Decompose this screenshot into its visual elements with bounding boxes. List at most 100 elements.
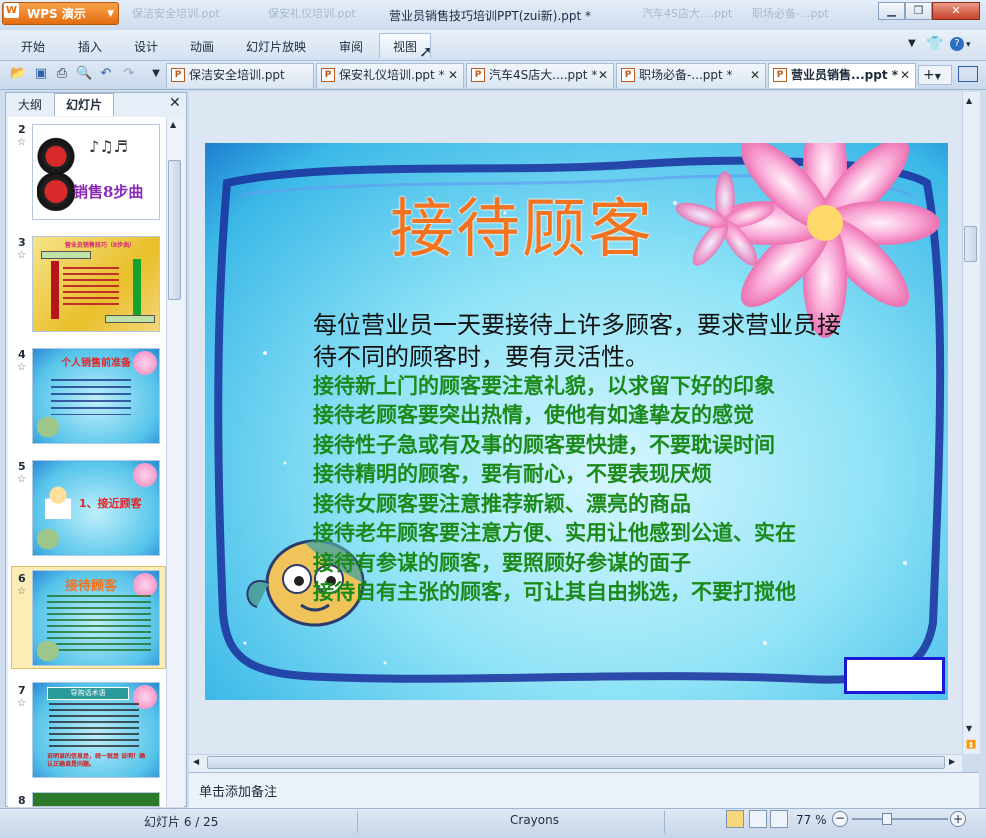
help-icon[interactable]: ?: [950, 37, 964, 51]
slide-title[interactable]: 接待顾客: [390, 178, 654, 270]
slide-bullet-line[interactable]: 接待性子急或有及事的顾客要快捷，不要耽误时间: [313, 430, 775, 459]
thumb-text-lines: [51, 379, 131, 415]
menu-review[interactable]: 审阅: [339, 38, 363, 55]
ghost-title-tab: 职场必备-...ppt: [752, 7, 829, 20]
ppt-file-icon: P: [773, 68, 787, 82]
skin-shirt-icon[interactable]: 👕: [926, 36, 943, 52]
scrollbar-thumb[interactable]: [168, 160, 181, 300]
doc-tab-label: 汽车4S店大....ppt *: [489, 68, 598, 82]
scroll-down-icon[interactable]: ▼: [966, 724, 972, 733]
tab-outline[interactable]: 大纲: [8, 94, 52, 116]
doc-tab-active[interactable]: P 营业员销售...ppt * ✕: [768, 63, 916, 88]
slide-bullet-line[interactable]: 接待自有主张的顾客，可让其自由挑选，不要打搅他: [313, 577, 796, 606]
doc-tab[interactable]: P 职场必备-...ppt * ✕: [616, 63, 766, 88]
ppt-file-icon: P: [471, 68, 485, 82]
slide-sorter-view-button[interactable]: [749, 810, 767, 828]
zoom-out-button[interactable]: −: [832, 811, 848, 827]
slide-thumbnail[interactable]: 1、接近顾客: [32, 460, 160, 556]
menu-slideshow[interactable]: 幻灯片放映: [246, 38, 306, 55]
print-preview-icon[interactable]: 🔍: [76, 66, 92, 82]
slide-bullet-line[interactable]: 接待有参谋的顾客，要照顾好参谋的面子: [313, 548, 691, 577]
menu-insert[interactable]: 插入: [78, 38, 102, 55]
slide-bullet-line[interactable]: 接待精明的顾客，要有耐心，不要表现厌烦: [313, 459, 712, 488]
zoom-level: 77 %: [796, 813, 827, 827]
zoom-slider-handle[interactable]: [882, 813, 892, 825]
scrollbar-thumb[interactable]: [207, 756, 945, 769]
slide-intro-line[interactable]: 待不同的顾客时，要有灵活性。: [313, 337, 649, 372]
ppt-file-icon: P: [171, 68, 185, 82]
tab-slides[interactable]: 幻灯片: [54, 93, 114, 116]
close-panel-icon[interactable]: ✕: [169, 95, 181, 111]
new-tab-button[interactable]: +▼: [918, 65, 952, 85]
slide-number: 2: [18, 123, 26, 136]
slide-bullet-line[interactable]: 接待新上门的顾客要注意礼貌，以求留下好的印象: [313, 371, 775, 400]
normal-view-button[interactable]: [726, 810, 744, 828]
print-icon[interactable]: ⎙: [54, 66, 70, 82]
slide-thumbnail[interactable]: 导购话术语 说明谁的信息是，统一就是 说明！确认正确谁是问题。: [32, 682, 160, 778]
close-tab-icon[interactable]: ✕: [750, 64, 760, 87]
theme-name: Crayons: [510, 813, 559, 827]
doc-tab[interactable]: P 汽车4S店大....ppt * ✕: [466, 63, 614, 88]
redo-icon[interactable]: ↷: [121, 66, 137, 82]
undo-icon[interactable]: ↶: [98, 66, 114, 82]
close-tab-icon[interactable]: ✕: [900, 64, 910, 87]
slide-number: 8: [18, 794, 26, 807]
open-folder-icon[interactable]: 📂: [10, 66, 26, 82]
wps-app-menu-button[interactable]: WPS 演示 ▼: [2, 2, 119, 25]
vertical-scrollbar[interactable]: [962, 92, 980, 754]
toolbar-dropdown-icon[interactable]: ▼: [148, 66, 164, 82]
thumb-text-lines: [47, 595, 151, 651]
slide-number: 3: [18, 236, 26, 249]
close-tab-icon[interactable]: ✕: [448, 64, 458, 87]
doc-tab-label: 保安礼仪培训.ppt *: [339, 68, 445, 82]
music-notes-icon: ♪♫♬: [89, 137, 128, 156]
scroll-up-icon[interactable]: ▲: [966, 96, 972, 105]
up-arrow-graphic: [133, 259, 141, 317]
slide-thumbnail[interactable]: 个人销售前准备: [32, 348, 160, 444]
slide-number: 5: [18, 460, 26, 473]
thumbnail-title: 个人销售前准备: [61, 358, 131, 369]
notes-pane[interactable]: [189, 772, 979, 808]
window-switch-icon[interactable]: [958, 66, 978, 82]
slide-bullet-line[interactable]: 接待老顾客要突出热情，使他有如逢挚友的感觉: [313, 400, 754, 429]
menu-animation[interactable]: 动画: [190, 38, 214, 55]
fish-graphic: [37, 417, 59, 437]
menu-design[interactable]: 设计: [134, 38, 158, 55]
scroll-left-icon[interactable]: ◀: [193, 757, 199, 766]
save-icon[interactable]: ▣: [33, 66, 49, 82]
thumb-text-lines: [49, 703, 139, 749]
slide-intro-line[interactable]: 每位营业员一天要接待上许多顾客，要求营业员接: [313, 305, 841, 340]
minimize-button[interactable]: ▁: [878, 2, 905, 20]
previous-slide-icon[interactable]: ⏫: [966, 740, 976, 749]
restore-button[interactable]: ❐: [905, 2, 932, 20]
slide-number: 4: [18, 348, 26, 361]
close-tab-icon[interactable]: ✕: [598, 64, 608, 87]
slideshow-view-button[interactable]: [770, 810, 788, 828]
doc-tab[interactable]: P 保安礼仪培训.ppt * ✕: [316, 63, 464, 88]
menu-view[interactable]: 视图: [393, 38, 417, 55]
slide-empty-textbox[interactable]: [844, 657, 945, 694]
close-window-button[interactable]: ✕: [932, 2, 980, 20]
help-dropdown-icon[interactable]: ▾: [966, 40, 971, 50]
slide-thumbnail[interactable]: [32, 792, 160, 807]
slide-thumbnail[interactable]: 营业员销售技巧（8步曲）: [32, 236, 160, 332]
scroll-right-icon[interactable]: ▶: [949, 757, 955, 766]
slide-bullet-line[interactable]: 接待女顾客要注意推荐新颖、漂亮的商品: [313, 489, 691, 518]
app-logo-text: WPS 演示: [27, 7, 86, 21]
fish-graphic: [37, 641, 59, 661]
zoom-in-button[interactable]: +: [950, 811, 966, 827]
slide-thumbnail-selected[interactable]: 接待顾客: [32, 570, 160, 666]
zoom-slider-track[interactable]: [852, 818, 948, 820]
slide-transition-icon: ☆: [17, 698, 26, 709]
slide-bullet-line[interactable]: 接待老年顾客要注意方便、实用让他感到公道、实在: [313, 518, 796, 547]
slide-thumbnail[interactable]: 销售8步曲 ♪♫♬: [32, 124, 160, 220]
thumbnail-caption: 说明谁的信息是，统一就是 说明！确认正确谁是问题。: [47, 753, 146, 768]
scrollbar-thumb[interactable]: [964, 226, 977, 262]
notes-placeholder[interactable]: 单击添加备注: [199, 781, 277, 800]
chevron-down-icon[interactable]: ▼: [908, 38, 916, 49]
down-arrow-graphic: [51, 261, 59, 319]
menu-home[interactable]: 开始: [21, 38, 45, 55]
doc-tab[interactable]: P 保洁安全培训.ppt: [166, 63, 314, 88]
scroll-up-icon[interactable]: ▲: [170, 120, 176, 129]
thumb-label-box: [41, 251, 91, 259]
